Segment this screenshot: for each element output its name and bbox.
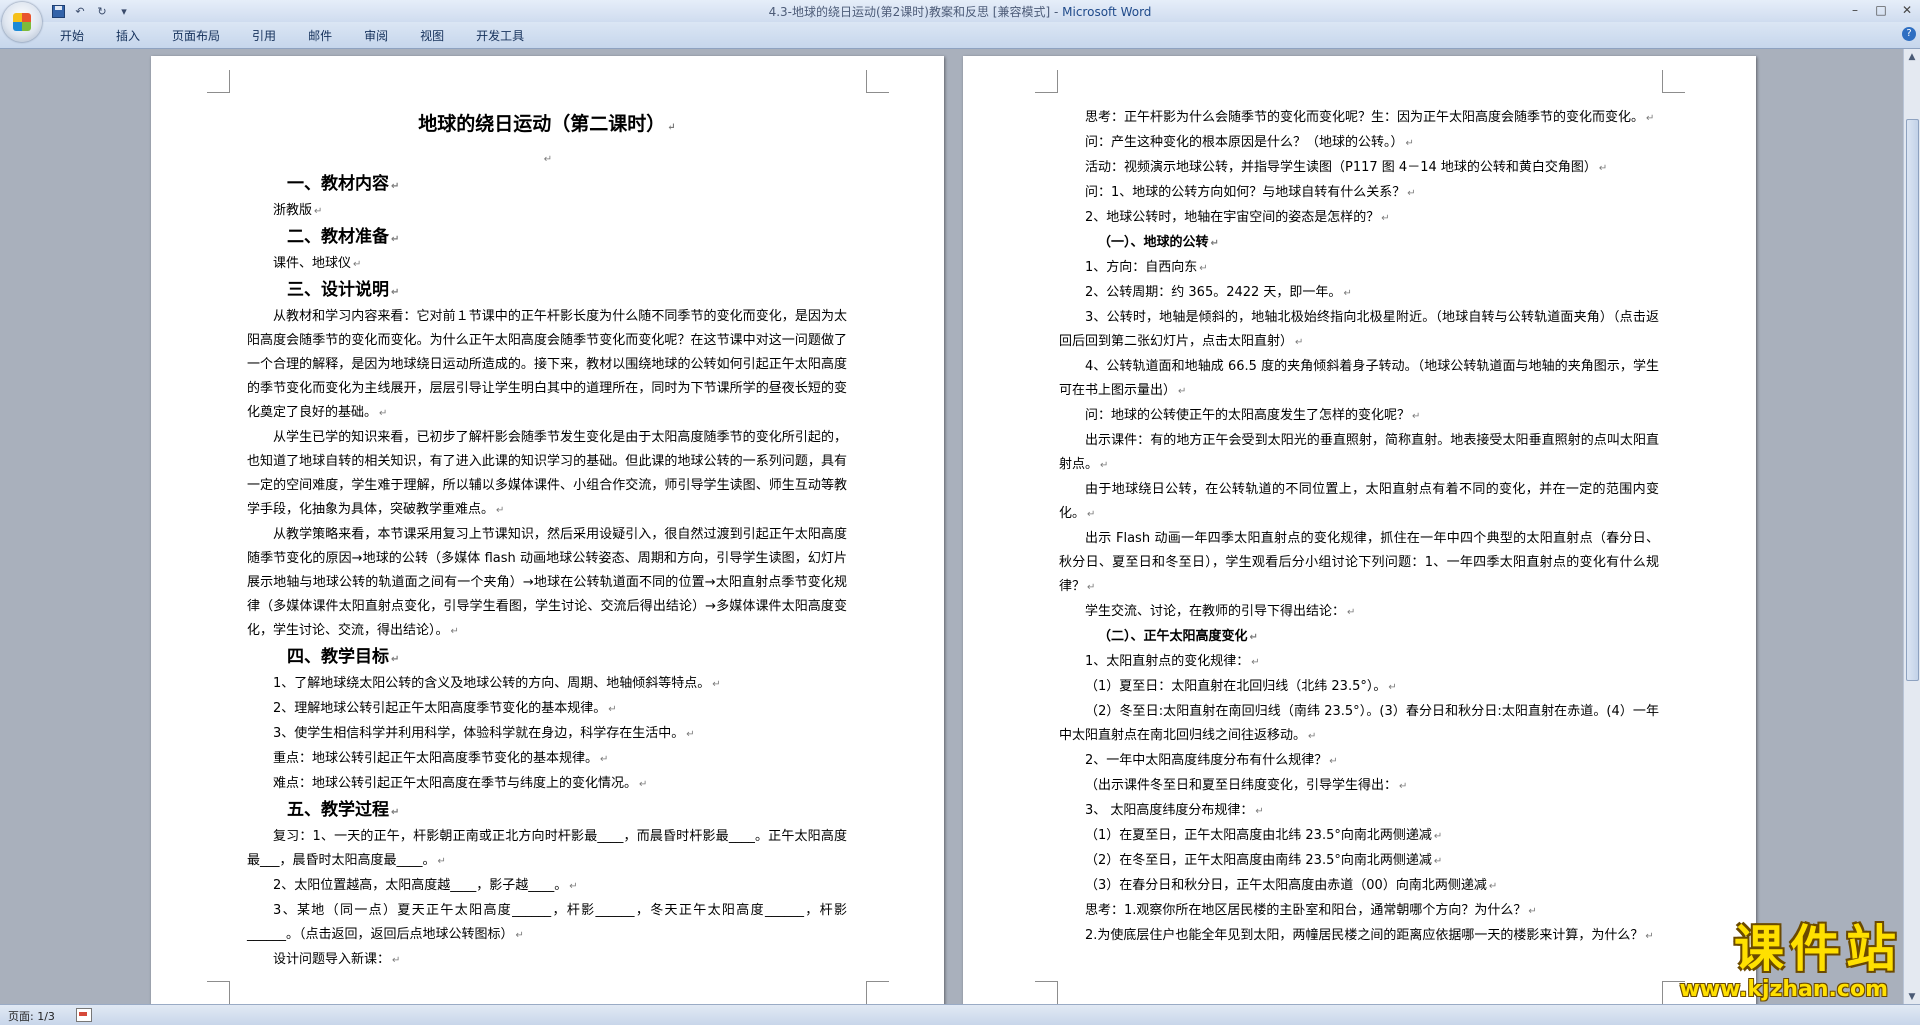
paragraph: （2）冬至日:太阳直射在南回归线（南纬 23.5°）。(3）春分日和秋分日:太阳… — [1059, 700, 1659, 749]
window-title: 4.3-地球的绕日运动(第2课时)教案和反思 [兼容模式] - Microsof… — [0, 3, 1920, 20]
paragraph: 问：产生这种变化的根本原因是什么？（地球的公转。） — [1059, 131, 1659, 156]
paragraph: 从学生已学的知识来看，已初步了解杆影会随季节发生变化是由于太阳高度随季节的变化所… — [247, 426, 847, 523]
scroll-down-arrow-icon[interactable]: ▼ — [1904, 989, 1920, 1005]
crop-mark — [207, 981, 230, 1004]
tab-view[interactable]: 视图 — [410, 27, 454, 44]
paragraph: 3、 太阳高度纬度分布规律： — [1059, 799, 1659, 824]
office-logo-icon — [13, 13, 31, 31]
paragraph: 2.为使底层住户也能全年见到太阳，两幢居民楼之间的距离应依据哪一天的楼影来计算，… — [1059, 924, 1659, 949]
tab-insert[interactable]: 插入 — [106, 27, 150, 44]
crop-mark — [1662, 70, 1685, 93]
paragraph: 问：1、地球的公转方向如何？与地球自转有什么关系？ — [1059, 181, 1659, 206]
paragraph: 2、太阳位置越高，太阳高度越____，影子越____。 — [247, 874, 847, 899]
paragraph: 3、某地（同一点）夏天正午太阳高度______，杆影______，冬天正午太阳高… — [247, 899, 847, 948]
crop-mark — [866, 70, 889, 93]
heading-process: 五、教学过程 — [247, 798, 847, 825]
paragraph: 思考：正午杆影为什么会随季节的变化而变化呢？生：因为正午太阳高度会随季节的变化而… — [1059, 106, 1659, 131]
page-1-content: 地球的绕日运动（第二课时） 一、教材内容 浙教版 二、教材准备 课件、地球仪 三… — [247, 104, 847, 973]
scrollbar-thumb[interactable] — [1906, 119, 1919, 681]
close-button[interactable]: ✕ — [1894, 0, 1920, 20]
document-title: 地球的绕日运动（第二课时） — [247, 106, 847, 146]
title-bar: ↶ ↻ ▾ 4.3-地球的绕日运动(第2课时)教案和反思 [兼容模式] - Mi… — [0, 0, 1920, 42]
heading-materials: 二、教材准备 — [247, 225, 847, 252]
paragraph: （1）在夏至日，正午太阳高度由北纬 23.5°向南北两侧递减 — [1059, 824, 1659, 849]
scroll-up-arrow-icon[interactable]: ▲ — [1904, 49, 1920, 65]
paragraph: 从教材和学习内容来看：它对前１节课中的正午杆影长度为什么随不同季节的变化而变化，… — [247, 305, 847, 426]
minimize-button[interactable]: – — [1842, 0, 1868, 20]
page-1[interactable]: 地球的绕日运动（第二课时） 一、教材内容 浙教版 二、教材准备 课件、地球仪 三… — [151, 56, 944, 1005]
heading-design: 三、设计说明 — [247, 278, 847, 305]
paragraph: 重点：地球公转引起正午太阳高度季节变化的基本规律。 — [247, 747, 847, 772]
paragraph: 设计问题导入新课： — [247, 948, 847, 973]
tab-references[interactable]: 引用 — [242, 27, 286, 44]
crop-mark — [207, 70, 230, 93]
document-area: 地球的绕日运动（第二课时） 一、教材内容 浙教版 二、教材准备 课件、地球仪 三… — [0, 49, 1904, 1005]
page-2[interactable]: 思考：正午杆影为什么会随季节的变化而变化呢？生：因为正午太阳高度会随季节的变化而… — [963, 56, 1756, 1005]
ribbon: 开始 插入 页面布局 引用 邮件 审阅 视图 开发工具 ? — [0, 22, 1920, 49]
paragraph: 1、方向：自西向东 — [1059, 256, 1659, 281]
paragraph: 复习：1、一天的正午，杆影朝正南或正北方向时杆影最____，而晨昏时杆影最___… — [247, 825, 847, 874]
paragraph: （1）夏至日：太阳直射在北回归线（北纬 23.5°）。 — [1059, 675, 1659, 700]
tab-developer[interactable]: 开发工具 — [466, 27, 534, 44]
office-button[interactable] — [2, 2, 42, 42]
status-bar: 页面: 1/3 — [0, 1004, 1920, 1025]
page-count[interactable]: 页面: 1/3 — [8, 1008, 55, 1024]
paragraph: 难点：地球公转引起正午太阳高度在季节与纬度上的变化情况。 — [247, 772, 847, 797]
paragraph: 1、了解地球绕太阳公转的含义及地球公转的方向、周期、地轴倾斜等特点。 — [247, 672, 847, 697]
paragraph: （出示课件冬至日和夏至日纬度变化，引导学生得出： — [1059, 774, 1659, 799]
paragraph: 浙教版 — [247, 199, 847, 224]
ribbon-tabs: 开始 插入 页面布局 引用 邮件 审阅 视图 开发工具 — [50, 27, 546, 44]
window-controls: – □ ✕ — [1842, 0, 1920, 20]
proofing-icon[interactable] — [76, 1008, 92, 1022]
empty-paragraph — [247, 148, 847, 171]
tab-review[interactable]: 审阅 — [354, 27, 398, 44]
paragraph: 3、公转时，地轴是倾斜的，地轴北极始终指向北极星附近。（地球自转与公转轨道面夹角… — [1059, 306, 1659, 355]
paragraph: （2）在冬至日，正午太阳高度由南纬 23.5°向南北两侧递减 — [1059, 849, 1659, 874]
watermark-url: www.kjzhan.com — [1679, 977, 1888, 1002]
heading-objectives: 四、教学目标 — [247, 645, 847, 672]
paragraph: 思考：1.观察你所在地区居民楼的主卧室和阳台，通常朝哪个方向？为什么？ — [1059, 899, 1659, 924]
paragraph: 2、一年中太阳高度纬度分布有什么规律？ — [1059, 749, 1659, 774]
paragraph: 从教学策略来看，本节课采用复习上节课知识，然后采用设疑引入，很自然过渡到引起正午… — [247, 523, 847, 644]
paragraph: 2、理解地球公转引起正午太阳高度季节变化的基本规律。 — [247, 697, 847, 722]
paragraph: 学生交流、讨论，在教师的引导下得出结论： — [1059, 600, 1659, 625]
crop-mark — [1035, 981, 1058, 1004]
paragraph: （3）在春分日和秋分日，正午太阳高度由赤道（00）向南北两侧递减 — [1059, 874, 1659, 899]
subheading-noon-sun-height: （二）、正午太阳高度变化 — [1059, 625, 1659, 650]
app-name: Microsoft Word — [1062, 5, 1152, 19]
paragraph: 3、使学生相信科学并利用科学，体验科学就在身边，科学存在生活中。 — [247, 722, 847, 747]
watermark: 课件站 www.kjzhan.com — [1672, 923, 1902, 1003]
vertical-scrollbar[interactable]: ▲ ▼ — [1903, 49, 1920, 1005]
paragraph: 出示 Flash 动画一年四季太阳直射点的变化规律，抓住在一年中四个典型的太阳直… — [1059, 527, 1659, 600]
maximize-button[interactable]: □ — [1868, 0, 1894, 20]
help-button[interactable]: ? — [1902, 27, 1916, 41]
tab-page-layout[interactable]: 页面布局 — [162, 27, 230, 44]
paragraph: 活动：视频演示地球公转，并指导学生读图（P117 图 4－14 地球的公转和黄白… — [1059, 156, 1659, 181]
document-name: 4.3-地球的绕日运动(第2课时)教案和反思 [兼容模式] - — [768, 5, 1063, 19]
paragraph: 问：地球的公转使正午的太阳高度发生了怎样的变化呢？ — [1059, 404, 1659, 429]
tab-mailings[interactable]: 邮件 — [298, 27, 342, 44]
paragraph: 4、公转轨道面和地轴成 66.5 度的夹角倾斜着身子转动。（地球公转轨道面与地轴… — [1059, 355, 1659, 404]
tab-home[interactable]: 开始 — [50, 27, 94, 44]
paragraph: 课件、地球仪 — [247, 252, 847, 277]
paragraph: 2、公转周期：约 365。2422 天，即一年。 — [1059, 281, 1659, 306]
paragraph: 出示课件：有的地方正午会受到太阳光的垂直照射，简称直射。地表接受太阳垂直照射的点… — [1059, 429, 1659, 478]
page-2-content: 思考：正午杆影为什么会随季节的变化而变化呢？生：因为正午太阳高度会随季节的变化而… — [1059, 106, 1659, 949]
paragraph: 2、地球公转时，地轴在宇宙空间的姿态是怎样的？ — [1059, 206, 1659, 231]
paragraph: 1、太阳直射点的变化规律： — [1059, 650, 1659, 675]
subheading-revolution: （一）、地球的公转 — [1059, 231, 1659, 256]
heading-textbook: 一、教材内容 — [247, 172, 847, 199]
crop-mark — [1035, 70, 1058, 93]
watermark-logo-text: 课件站 — [1734, 920, 1902, 978]
paragraph: 由于地球绕日公转，在公转轨道的不同位置上，太阳直射点有着不同的变化，并在一定的范… — [1059, 478, 1659, 527]
crop-mark — [866, 981, 889, 1004]
